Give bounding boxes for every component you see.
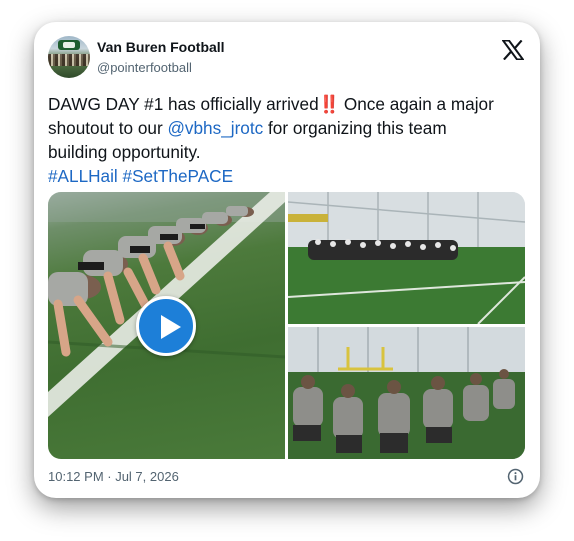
hashtag-link[interactable]: #ALLHail [48,166,118,186]
photo-scene [288,192,525,324]
photo-thumbnail[interactable] [288,327,525,459]
account-handle[interactable]: @pointerfootball [97,60,192,75]
double-exclamation-emoji: ‼️ [318,94,340,114]
media-grid [48,192,525,459]
play-icon[interactable] [136,296,196,356]
info-icon[interactable] [507,468,524,485]
tweet-text: DAWG DAY #1 has officially arrived‼️ Onc… [48,92,528,188]
tweet-line-2: shoutout to our @vbhs_jrotc for organizi… [48,118,447,138]
tweet-card: Van Buren Football @pointerfootball DAWG… [34,22,540,498]
photo-thumbnail[interactable] [288,192,525,324]
account-name[interactable]: Van Buren Football [97,39,225,55]
mention-link[interactable]: @vbhs_jrotc [167,118,263,138]
tweet-line-3: building opportunity. [48,142,201,162]
x-logo-icon[interactable] [502,40,524,60]
tweet-line-4: #ALLHail #SetThePACE [48,164,528,188]
video-thumbnail[interactable] [48,192,285,459]
hashtag-link[interactable]: #SetThePACE [123,166,234,186]
avatar[interactable] [48,36,90,78]
timestamp[interactable]: 10:12 PM · Jul 7, 2026 [48,469,179,484]
photo-scene [288,327,525,459]
tweet-line-1: DAWG DAY #1 has officially arrived‼️ Onc… [48,94,494,114]
